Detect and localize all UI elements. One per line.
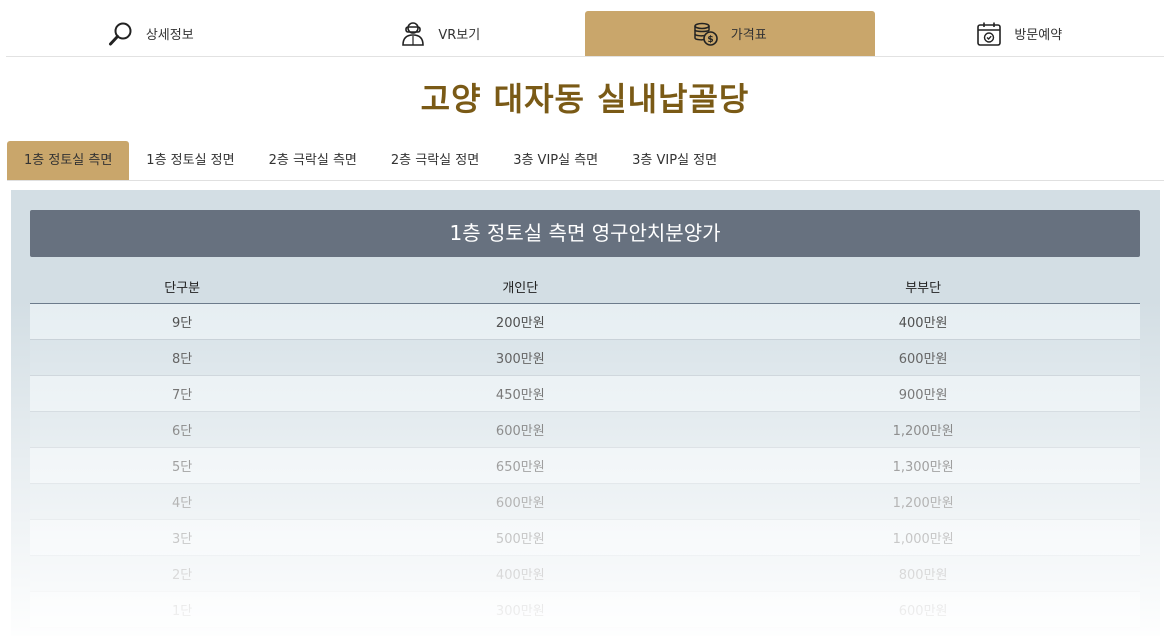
nav-item-details[interactable]: 상세정보 bbox=[6, 11, 296, 56]
tier-cell: 3단 bbox=[30, 519, 335, 556]
tier-cell: 2단 bbox=[30, 555, 335, 592]
tier-cell: 1단 bbox=[30, 591, 335, 628]
price-table: 단구분 개인단 부부단 9단 200만원 400만원 8단 300만원 600만원 7단… bbox=[30, 269, 1140, 628]
nav-label: 가격표 bbox=[730, 28, 767, 43]
nav-item-vr[interactable]: VR보기 bbox=[296, 11, 586, 56]
calendar-icon bbox=[976, 21, 1002, 47]
couple-price-cell: 1,200만원 bbox=[706, 483, 1140, 520]
tier-cell: 9단 bbox=[30, 303, 335, 340]
coins-icon: $ bbox=[693, 21, 719, 47]
nav-label: VR보기 bbox=[438, 28, 481, 43]
column-header: 개인단 bbox=[334, 269, 707, 304]
single-price-cell: 500만원 bbox=[334, 519, 707, 556]
couple-price-cell: 800만원 bbox=[706, 555, 1140, 592]
table-row: 1단 300만원 600만원 bbox=[30, 591, 1140, 628]
tier-cell: 4단 bbox=[30, 483, 335, 520]
tab-3f-vip-front[interactable]: 3층 VIP실 정면 bbox=[615, 141, 734, 180]
couple-price-cell: 600만원 bbox=[706, 591, 1140, 628]
floor-tabs: 1층 정토실 측면 1층 정토실 정면 2층 극락실 측면 2층 극락실 정면 … bbox=[7, 141, 1164, 181]
tab-2f-geukrak-front[interactable]: 2층 극락실 정면 bbox=[374, 141, 496, 180]
column-header: 부부단 bbox=[706, 269, 1140, 304]
single-price-cell: 450만원 bbox=[334, 375, 707, 412]
magnifier-icon bbox=[108, 21, 134, 47]
couple-price-cell: 1,300만원 bbox=[706, 447, 1140, 484]
nav-label: 상세정보 bbox=[145, 28, 194, 43]
top-nav: 상세정보 VR보기 $ 가격표 방문예약 bbox=[6, 11, 1164, 57]
single-price-cell: 400만원 bbox=[334, 555, 707, 592]
table-row: 7단 450만원 900만원 bbox=[30, 375, 1140, 412]
table-row: 9단 200만원 400만원 bbox=[30, 303, 1140, 340]
table-row: 6단 600만원 1,200만원 bbox=[30, 411, 1140, 448]
tier-cell: 5단 bbox=[30, 447, 335, 484]
tab-1f-jeongto-side[interactable]: 1층 정토실 측면 bbox=[7, 141, 130, 180]
price-table-heading: 1층 정토실 측면 영구안치분양가 bbox=[30, 210, 1140, 257]
vr-person-icon bbox=[400, 21, 426, 47]
table-row: 2단 400만원 800만원 bbox=[30, 555, 1140, 592]
table-header-row: 단구분 개인단 부부단 bbox=[30, 269, 1140, 304]
nav-label: 방문예약 bbox=[1014, 28, 1063, 43]
couple-price-cell: 1,000만원 bbox=[706, 519, 1140, 556]
couple-price-cell: 400만원 bbox=[706, 303, 1140, 340]
tier-cell: 8단 bbox=[30, 339, 335, 376]
column-header: 단구분 bbox=[30, 269, 335, 304]
tab-3f-vip-side[interactable]: 3층 VIP실 측면 bbox=[496, 141, 615, 180]
table-row: 8단 300만원 600만원 bbox=[30, 339, 1140, 376]
tier-cell: 7단 bbox=[30, 375, 335, 412]
tab-1f-jeongto-front[interactable]: 1층 정토실 정면 bbox=[129, 141, 251, 180]
tier-cell: 6단 bbox=[30, 411, 335, 448]
table-row: 4단 600만원 1,200만원 bbox=[30, 483, 1140, 520]
table-row: 3단 500만원 1,000만원 bbox=[30, 519, 1140, 556]
single-price-cell: 650만원 bbox=[334, 447, 707, 484]
nav-item-price[interactable]: $ 가격표 bbox=[585, 11, 875, 56]
tab-2f-geukrak-side[interactable]: 2층 극락실 측면 bbox=[252, 141, 374, 180]
single-price-cell: 600만원 bbox=[334, 483, 707, 520]
couple-price-cell: 900만원 bbox=[706, 375, 1140, 412]
svg-text:$: $ bbox=[707, 35, 713, 45]
table-row: 5단 650만원 1,300만원 bbox=[30, 447, 1140, 484]
nav-item-visit[interactable]: 방문예약 bbox=[875, 11, 1165, 56]
page-title: 고양 대자동 실내납골당 bbox=[420, 80, 750, 118]
single-price-cell: 600만원 bbox=[334, 411, 707, 448]
price-panel: 1층 정토실 측면 영구안치분양가 단구분 개인단 부부단 9단 200만원 400… bbox=[11, 190, 1160, 636]
couple-price-cell: 1,200만원 bbox=[706, 411, 1140, 448]
couple-price-cell: 600만원 bbox=[706, 339, 1140, 376]
single-price-cell: 300만원 bbox=[334, 591, 707, 628]
single-price-cell: 300만원 bbox=[334, 339, 707, 376]
single-price-cell: 200만원 bbox=[334, 303, 707, 340]
